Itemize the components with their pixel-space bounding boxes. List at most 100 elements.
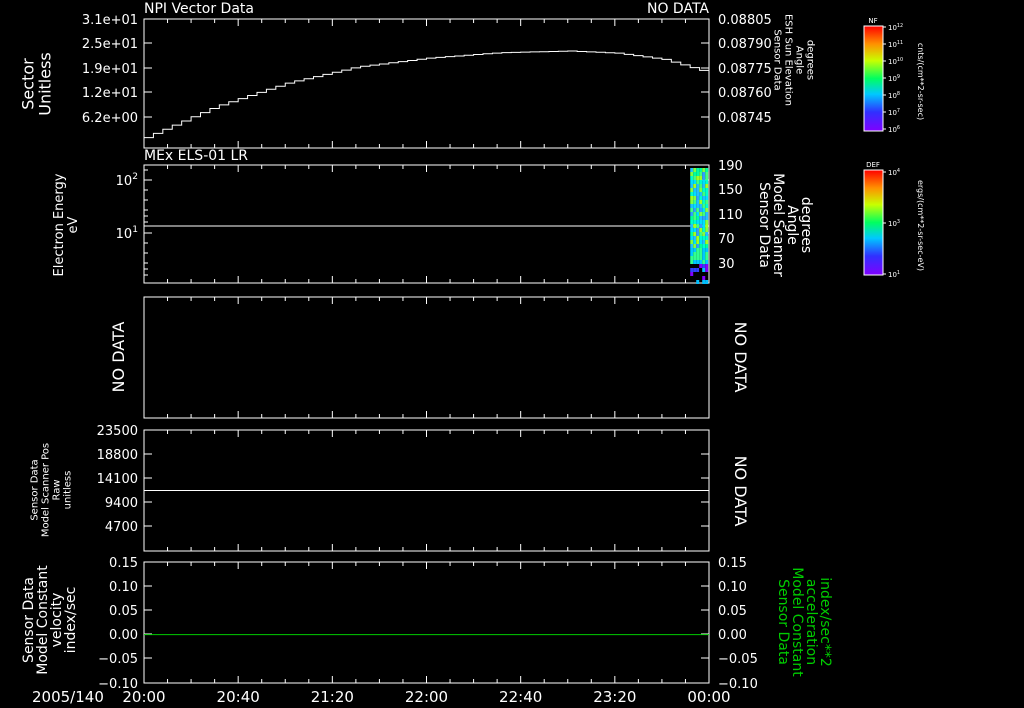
heatmap-cell	[705, 212, 709, 216]
heatmap-cell	[693, 260, 697, 264]
heatmap-cell	[699, 200, 703, 204]
heatmap-cell	[702, 224, 706, 228]
heatmap-cell	[699, 256, 703, 260]
y-tick-label: 3.1e+01	[82, 13, 138, 28]
y-tick-label: 0.00	[109, 628, 138, 643]
heatmap-cell	[696, 224, 700, 228]
heatmap-cell	[693, 208, 697, 212]
heatmap-cell	[696, 172, 700, 176]
heatmap-cell	[699, 208, 703, 212]
heatmap-cell	[696, 264, 700, 268]
panel-frame	[143, 296, 710, 419]
heatmap-cell	[693, 212, 697, 216]
heatmap-cell	[693, 172, 697, 176]
colorbar-tick-label: 109	[888, 74, 900, 83]
colorbar-tick-label: 1010	[888, 57, 903, 66]
heatmap-cell	[693, 240, 697, 244]
heatmap-cell	[699, 264, 703, 268]
heatmap-cell	[696, 232, 700, 236]
heatmap-cell	[693, 180, 697, 184]
heatmap-cell	[696, 236, 700, 240]
heatmap-cell	[696, 188, 700, 192]
right-tick-label: 30	[718, 257, 735, 272]
heatmap-cell	[705, 208, 709, 212]
heatmap-cell	[696, 268, 700, 272]
colorbar-tick-label: 1012	[888, 23, 903, 32]
y-axis-label: Electron Energy	[52, 173, 67, 276]
heatmap-cell	[696, 252, 700, 256]
heatmap-cell	[690, 212, 694, 216]
panel-title: NPI Vector Data	[144, 1, 254, 17]
heatmap-cell	[693, 220, 697, 224]
right-tick-label: −0.05	[718, 652, 758, 667]
heatmap-cell	[696, 244, 700, 248]
heatmap-cell	[690, 176, 694, 180]
right-axis-label: Sensor Data	[756, 182, 772, 268]
y-axis-label: Raw	[52, 479, 63, 500]
y-axis-label: Unitless	[36, 52, 55, 116]
no-data-label: NO DATA	[109, 322, 128, 393]
heatmap-cell	[699, 196, 703, 200]
heatmap-cell	[702, 216, 706, 220]
heatmap-cell	[696, 212, 700, 216]
sector-series-line	[144, 50, 710, 139]
heatmap-cell	[705, 256, 709, 260]
y-axis-label: index/sec	[63, 587, 79, 654]
heatmap-cell	[702, 192, 706, 196]
right-tick-label: 0.08775	[718, 62, 772, 77]
heatmap-cell	[705, 188, 709, 192]
heatmap-cell	[702, 208, 706, 212]
right-axis-label: Angle	[794, 46, 805, 74]
y-axis-label: Sensor Data	[30, 459, 41, 520]
y-axis-label: Model Scanner Pos	[41, 443, 52, 537]
y-tick-label: 14100	[97, 472, 138, 487]
time-tick-label: 21:20	[311, 688, 354, 706]
heatmap-cell	[702, 236, 706, 240]
heatmap-cell	[693, 256, 697, 260]
right-tick-label: 0.08805	[718, 13, 772, 28]
heatmap-cell	[702, 200, 706, 204]
heatmap-cell	[690, 272, 694, 276]
colorbar-tick-label: 108	[888, 91, 900, 100]
heatmap-cell	[699, 168, 703, 172]
colorbar-tick-label: 104	[888, 168, 900, 177]
right-tick-label: 70	[718, 232, 735, 247]
heatmap-cell	[699, 204, 703, 208]
y-tick-label: 6.2e+00	[82, 111, 138, 126]
y-tick-label: 101	[116, 225, 138, 242]
heatmap-cell	[705, 200, 709, 204]
heatmap-cell	[690, 168, 694, 172]
heatmap-cell	[705, 236, 709, 240]
heatmap-cell	[702, 184, 706, 188]
heatmap-cell	[693, 264, 697, 268]
heatmap-cell	[690, 232, 694, 236]
heatmap-cell	[702, 232, 706, 236]
heatmap-cell	[696, 200, 700, 204]
colorbar-units: ergs/(cm**2-sr-sec-eV)	[916, 180, 925, 271]
heatmap-cell	[693, 200, 697, 204]
heatmap-cell	[702, 172, 706, 176]
heatmap-cell	[690, 264, 694, 268]
heatmap-cell	[690, 220, 694, 224]
heatmap-cell	[699, 188, 703, 192]
heatmap-cell	[693, 268, 697, 272]
heatmap-cell	[696, 204, 700, 208]
y-axis-label: eV	[66, 216, 81, 233]
heatmap-cell	[690, 236, 694, 240]
panel-frame	[143, 164, 710, 284]
heatmap-cell	[702, 264, 706, 268]
heatmap-cell	[702, 176, 706, 180]
heatmap-cell	[690, 192, 694, 196]
heatmap-cell	[699, 252, 703, 256]
heatmap-cell	[690, 196, 694, 200]
heatmap-cell	[705, 232, 709, 236]
heatmap-cell	[690, 224, 694, 228]
right-axis-label: degrees	[805, 40, 816, 80]
heatmap-cell	[702, 220, 706, 224]
heatmap-cell	[690, 268, 694, 272]
heatmap-cell	[702, 228, 706, 232]
right-tick-label: 150	[718, 183, 743, 198]
heatmap-cell	[693, 168, 697, 172]
heatmap-cell	[696, 240, 700, 244]
colorbar-tick-label: 106	[888, 125, 900, 134]
